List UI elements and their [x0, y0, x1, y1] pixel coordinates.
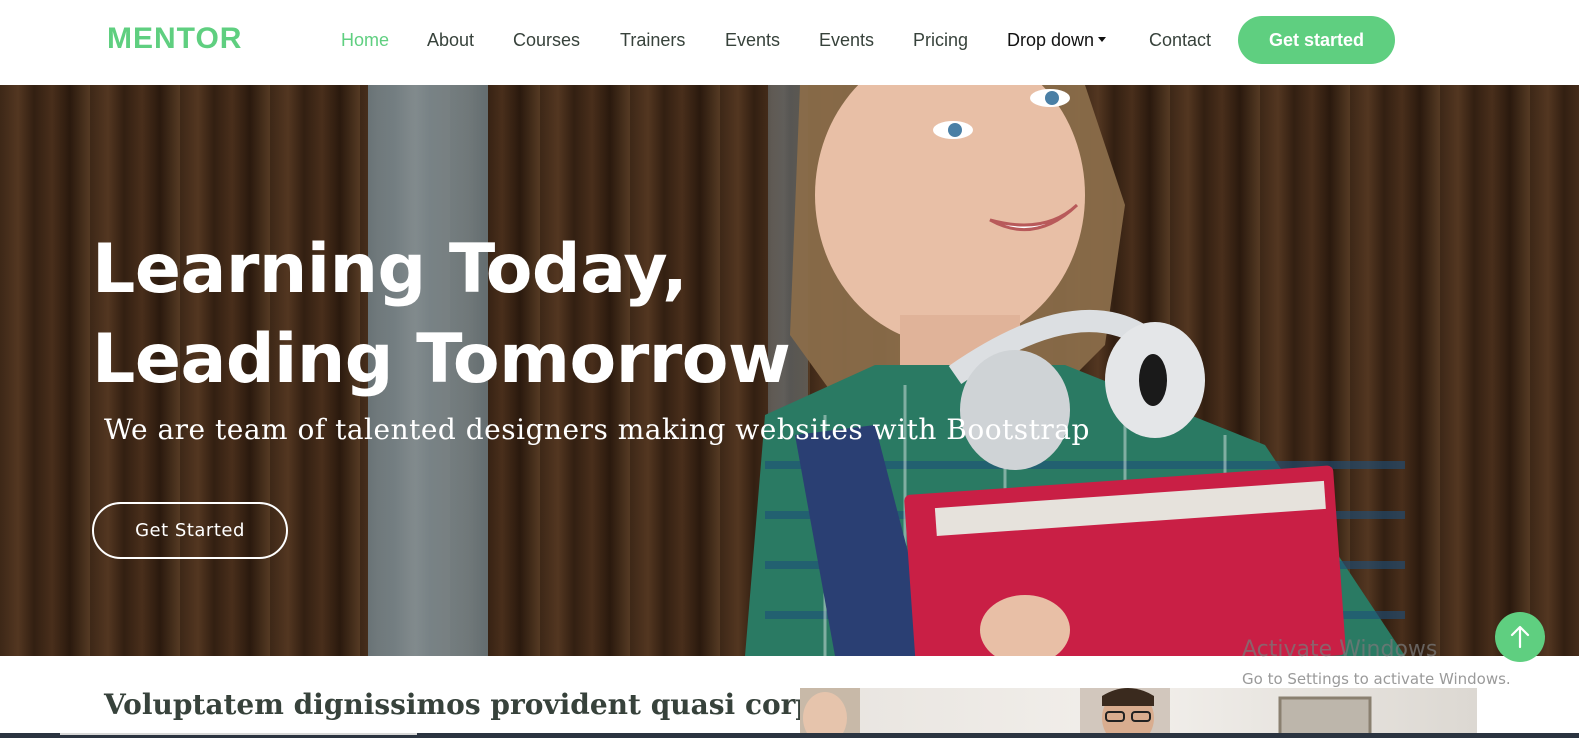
- nav-trainers[interactable]: Trainers: [620, 30, 685, 51]
- hero-subtitle: We are team of talented designers making…: [104, 413, 1090, 446]
- bottom-strip-segment: [60, 733, 417, 735]
- hero-get-started-button[interactable]: Get Started: [92, 502, 288, 559]
- arrow-up-icon: [1510, 625, 1530, 649]
- nav-home[interactable]: Home: [341, 30, 389, 51]
- about-image-graphic: [800, 688, 1372, 738]
- bottom-taskbar-strip: [0, 733, 1579, 738]
- hero-section: Learning Today, Leading Tomorrow We are …: [0, 85, 1579, 656]
- nav-about[interactable]: About: [427, 30, 474, 51]
- nav-dropdown[interactable]: Drop down: [1007, 30, 1107, 51]
- nav-courses[interactable]: Courses: [513, 30, 580, 51]
- hero-student-image: [745, 85, 1405, 656]
- chevron-down-icon: [1098, 36, 1107, 42]
- nav-events-2[interactable]: Events: [819, 30, 874, 51]
- hero-title: Learning Today, Leading Tomorrow: [92, 225, 791, 405]
- site-header: MENTOR Home About Courses Trainers Event…: [0, 0, 1579, 85]
- hero-title-line-2: Leading Tomorrow: [92, 320, 791, 399]
- nav-events[interactable]: Events: [725, 30, 780, 51]
- windows-watermark-subtitle: Go to Settings to activate Windows.: [1242, 670, 1511, 688]
- nav-dropdown-label: Drop down: [1007, 30, 1095, 50]
- windows-watermark-title: Activate Windows: [1242, 637, 1438, 662]
- about-image: [800, 688, 1477, 738]
- get-started-button[interactable]: Get started: [1238, 16, 1395, 64]
- about-title: Voluptatem dignissimos provident quasi c…: [104, 688, 875, 721]
- hero-title-line-1: Learning Today,: [92, 230, 688, 309]
- site-logo[interactable]: MENTOR: [107, 22, 242, 56]
- nav-pricing[interactable]: Pricing: [913, 30, 968, 51]
- nav-contact[interactable]: Contact: [1149, 30, 1211, 51]
- back-to-top-button[interactable]: [1495, 612, 1545, 662]
